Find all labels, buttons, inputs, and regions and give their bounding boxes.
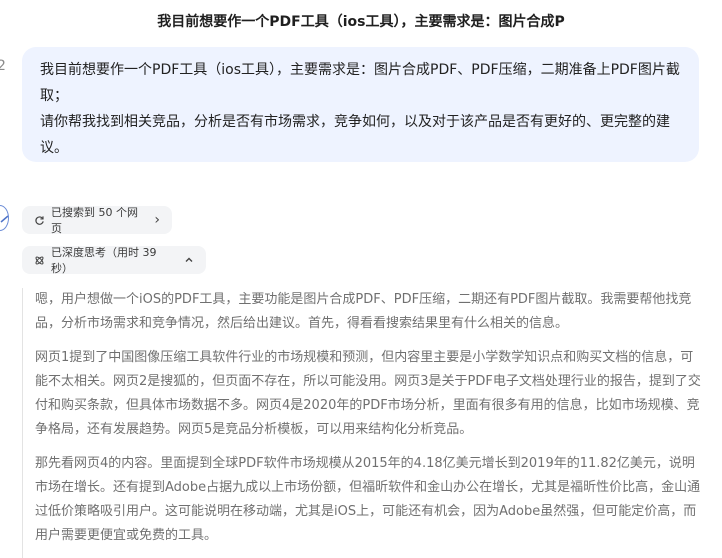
chevron-right-icon: › xyxy=(154,212,160,228)
conversation-title: 我目前想要作一个PDF工具（ios工具），主要需求是：图片合成P xyxy=(157,14,565,30)
assistant-avatar-icon xyxy=(0,205,9,231)
search-results-label: 已搜索到 50 个网页 xyxy=(51,206,138,235)
user-message-line-2: 请你帮我找到相关竞品，分析是否有市场需求，竞争如何，以及对于该产品是否有更好的、… xyxy=(40,114,670,156)
chevron-up-icon xyxy=(185,257,193,262)
user-message-line-1: 我目前想要作一个PDF工具（ios工具），主要需求是：图片合成PDF、PDF压缩… xyxy=(40,62,680,104)
thought-paragraph: 网页1提到了中国图像压缩工具软件行业的市场规模和预测，但内容里主要是小学数学知识… xyxy=(35,350,701,437)
atom-icon xyxy=(35,256,44,264)
search-results-button[interactable]: 已搜索到 50 个网页 › xyxy=(22,206,172,235)
deep-thinking-label: 已深度思考（用时 39 秒） xyxy=(51,246,157,275)
edge-character: 2 xyxy=(0,58,6,74)
refresh-icon xyxy=(35,215,44,225)
user-message-bubble: 我目前想要作一个PDF工具（ios工具），主要需求是：图片合成PDF、PDF压缩… xyxy=(22,47,699,162)
thought-paragraph: 那先看网页4的内容。里面提到全球PDF软件市场规模从2015年的4.18亿美元增… xyxy=(35,456,701,543)
deep-thinking-toggle[interactable]: 已深度思考（用时 39 秒） xyxy=(22,246,206,275)
thought-paragraph: 嗯，用户想做一个iOS的PDF工具，主要功能是图片合成PDF、PDF压缩，二期还… xyxy=(35,292,692,331)
thinking-content: 嗯，用户想做一个iOS的PDF工具，主要功能是图片合成PDF、PDF压缩，二期还… xyxy=(22,288,702,558)
